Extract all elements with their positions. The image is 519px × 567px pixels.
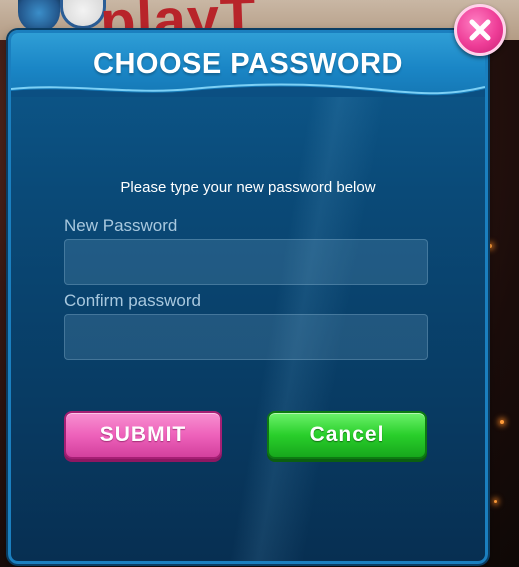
confirm-password-input[interactable] — [64, 314, 428, 360]
choose-password-dialog: CHOOSE PASSWORD Please type your new pas… — [8, 30, 488, 564]
background-sparkle — [494, 500, 497, 503]
close-x-icon — [469, 19, 491, 41]
confirm-password-label: Confirm password — [64, 291, 201, 310]
cancel-button[interactable]: Cancel — [267, 411, 427, 459]
header-wave-decoration — [11, 83, 485, 97]
new-password-input[interactable] — [64, 239, 428, 285]
dialog-title: CHOOSE PASSWORD — [93, 48, 403, 80]
submit-button[interactable]: SUBMIT — [64, 411, 222, 459]
dialog-header: CHOOSE PASSWORD — [11, 33, 485, 97]
background-sparkle — [488, 244, 492, 248]
new-password-label: New Password — [64, 216, 178, 235]
close-button[interactable] — [454, 4, 506, 56]
background-sparkle — [500, 420, 504, 424]
background-emblem — [18, 0, 60, 32]
instruction-text: Please type your new password below — [120, 179, 376, 196]
